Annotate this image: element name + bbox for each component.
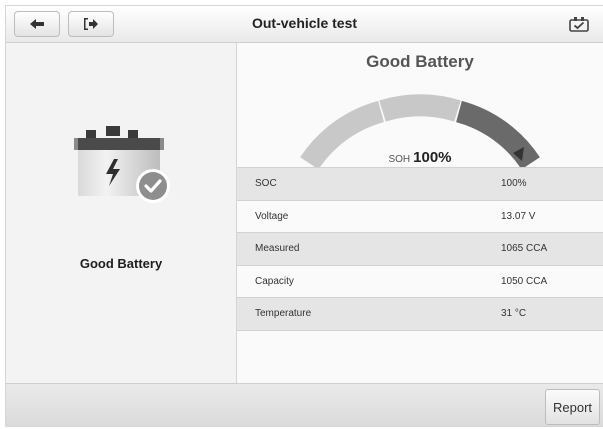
- bottom-bar: Report: [6, 383, 603, 426]
- table-row-temperature: Temperature 31 °C: [237, 297, 603, 331]
- table-row-voltage: Voltage 13.07 V: [237, 199, 603, 232]
- gauge-segment-mid: [379, 94, 461, 122]
- battery-status-label: Good Battery: [79, 256, 163, 271]
- table-row-capacity: Capacity 1050 CCA: [237, 264, 603, 297]
- battery-summary-panel: Good Battery: [6, 43, 237, 383]
- soh-value: 100%: [413, 149, 452, 166]
- row-value: 1050 CCA: [501, 275, 548, 287]
- row-label: Measured: [255, 243, 300, 255]
- report-button[interactable]: Report: [545, 389, 600, 425]
- soh-readout: SOH 100%: [237, 149, 603, 166]
- test-result-panel: Good Battery SOH 100% SOC 100% Voltage 13…: [237, 43, 603, 383]
- row-label: Temperature: [255, 308, 312, 320]
- row-label: Capacity: [255, 275, 294, 287]
- soh-label: SOH: [388, 154, 411, 165]
- measurement-table: SOC 100% Voltage 13.07 V Measured 1065 C…: [237, 167, 603, 331]
- vci-connected-icon: [569, 17, 589, 32]
- table-row-soc: SOC 100%: [237, 167, 603, 200]
- battery-check-icon: [74, 126, 170, 203]
- row-label: SOC: [255, 178, 277, 190]
- top-bar: Out-vehicle test: [6, 6, 603, 43]
- row-value: 100%: [501, 178, 527, 190]
- result-title: Good Battery: [366, 52, 474, 71]
- row-value: 1065 CCA: [501, 243, 548, 255]
- row-label: Voltage: [255, 210, 289, 222]
- vci-status[interactable]: [569, 16, 589, 37]
- row-value: 31 °C: [501, 308, 527, 320]
- page-title: Out-vehicle test: [251, 15, 358, 31]
- row-value: 13.07 V: [501, 210, 536, 222]
- table-row-measured: Measured 1065 CCA: [237, 232, 603, 265]
- app-window: Out-vehicle test Good Battery Good Batte…: [5, 5, 603, 427]
